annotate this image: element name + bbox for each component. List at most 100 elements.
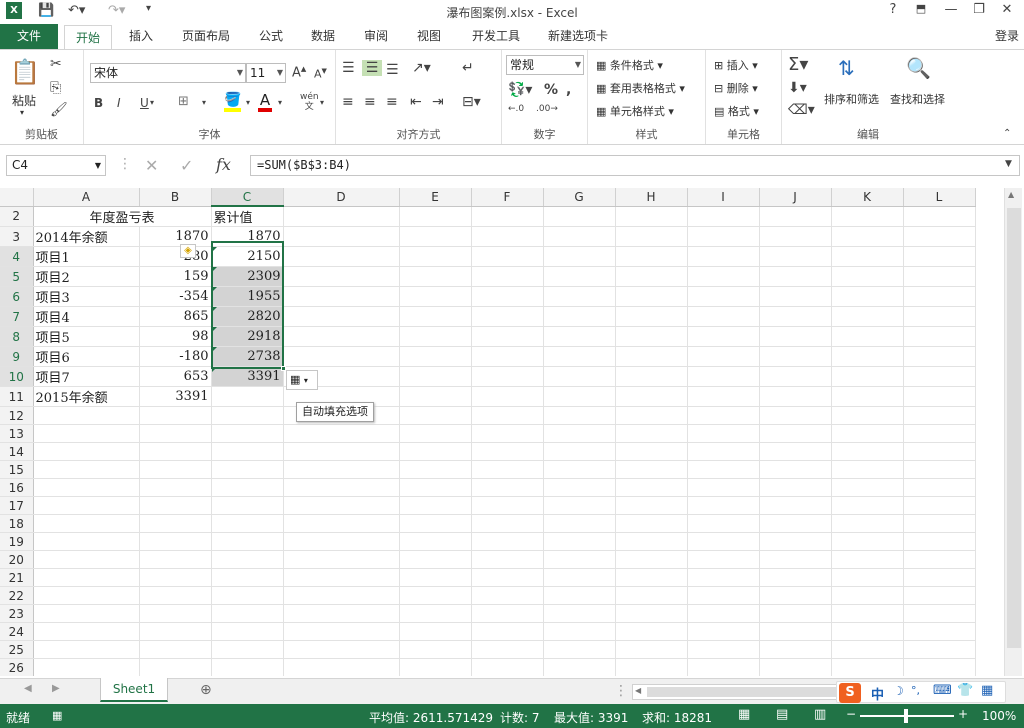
cell[interactable] <box>471 286 544 307</box>
number-format-combo[interactable]: 常规 ▼ <box>506 55 584 75</box>
decrease-indent-icon[interactable]: ⇤ <box>410 94 422 110</box>
enter-icon[interactable]: ✓ <box>180 156 193 175</box>
decrease-decimal-icon[interactable]: .00→ <box>536 104 558 114</box>
cell[interactable] <box>687 206 760 227</box>
cell[interactable] <box>759 460 832 479</box>
cell[interactable] <box>759 326 832 347</box>
cell[interactable] <box>399 496 472 515</box>
cell[interactable] <box>399 460 472 479</box>
column-header[interactable]: J <box>759 188 832 207</box>
cell[interactable] <box>471 478 544 497</box>
cell[interactable] <box>399 266 472 287</box>
increase-decimal-icon[interactable]: ←.0 <box>508 104 524 114</box>
cell[interactable] <box>283 424 400 443</box>
cell[interactable] <box>211 532 284 551</box>
cell[interactable]: 2918 <box>211 326 284 347</box>
cell[interactable] <box>543 226 616 247</box>
cell[interactable] <box>903 460 976 479</box>
ime-mode[interactable]: 中 <box>871 684 884 703</box>
bold-button[interactable]: B <box>94 96 103 110</box>
cell[interactable] <box>139 640 212 659</box>
cell[interactable] <box>211 460 284 479</box>
scrollbar-thumb[interactable] <box>647 687 837 697</box>
cell[interactable] <box>615 658 688 676</box>
cell[interactable] <box>543 442 616 461</box>
cell[interactable] <box>211 424 284 443</box>
cell[interactable] <box>543 514 616 533</box>
align-left-icon[interactable]: ≡ <box>342 94 354 110</box>
cell[interactable] <box>687 640 760 659</box>
cell[interactable] <box>615 604 688 623</box>
cell[interactable]: 项目5 <box>33 326 140 347</box>
signin-link[interactable]: 登录 <box>990 24 1024 50</box>
cell[interactable] <box>471 326 544 347</box>
sogou-logo[interactable]: S <box>839 683 861 703</box>
cell[interactable]: 653 <box>139 366 212 387</box>
align-top-icon[interactable]: ☰ <box>342 60 355 76</box>
cell[interactable]: 280 <box>139 246 212 267</box>
percent-style-icon[interactable]: % <box>544 82 558 98</box>
cell[interactable] <box>283 478 400 497</box>
font-color-dropdown-icon[interactable]: ▾ <box>278 98 282 107</box>
cell[interactable] <box>615 406 688 425</box>
column-header[interactable]: F <box>471 188 544 207</box>
cell[interactable]: 累计值 <box>211 206 284 227</box>
cell[interactable] <box>831 306 904 327</box>
cell[interactable] <box>687 226 760 247</box>
tab-home[interactable]: 开始 <box>64 25 112 51</box>
cell[interactable] <box>831 640 904 659</box>
zoom-level[interactable]: 100% <box>982 709 1016 723</box>
cell[interactable] <box>33 406 140 425</box>
cell[interactable] <box>687 496 760 515</box>
cell[interactable]: 项目6 <box>33 346 140 367</box>
cell[interactable] <box>831 346 904 367</box>
font-color-icon[interactable]: A <box>258 92 272 112</box>
cell[interactable] <box>615 586 688 605</box>
cell[interactable] <box>33 496 140 515</box>
select-all-corner[interactable] <box>0 188 34 207</box>
cell[interactable] <box>399 532 472 551</box>
cut-icon[interactable]: ✂ <box>50 56 62 72</box>
cell[interactable] <box>615 532 688 551</box>
cell[interactable] <box>139 406 212 425</box>
insert-cells-button[interactable]: ⊞ 插入 ▾ <box>714 57 758 73</box>
cell[interactable] <box>687 366 760 387</box>
fill-color-icon[interactable]: 🪣 <box>224 92 242 112</box>
cell[interactable]: 1870 <box>211 226 284 247</box>
cell[interactable] <box>399 586 472 605</box>
scroll-tabs-left-icon[interactable]: ◀ <box>24 683 32 694</box>
cell[interactable] <box>903 658 976 676</box>
cell[interactable] <box>399 622 472 641</box>
cell[interactable] <box>283 658 400 676</box>
cell[interactable] <box>211 442 284 461</box>
cell[interactable] <box>211 478 284 497</box>
cell[interactable] <box>759 346 832 367</box>
cell[interactable] <box>615 326 688 347</box>
wrap-text-icon[interactable]: ↵ <box>462 60 474 76</box>
punctuation-icon[interactable]: °, <box>911 684 920 697</box>
row-header[interactable]: 7 <box>0 306 34 327</box>
scroll-up-icon[interactable]: ▲ <box>1008 190 1014 199</box>
cell[interactable] <box>615 386 688 407</box>
cell[interactable] <box>759 286 832 307</box>
zoom-slider-thumb[interactable] <box>904 709 908 723</box>
cell[interactable] <box>139 496 212 515</box>
cell[interactable]: 865 <box>139 306 212 327</box>
cell[interactable]: -180 <box>139 346 212 367</box>
cell[interactable] <box>831 586 904 605</box>
conditional-format-button[interactable]: ▦ 条件格式 ▾ <box>596 57 663 73</box>
cell[interactable] <box>615 246 688 267</box>
cell[interactable] <box>759 442 832 461</box>
cell[interactable] <box>903 346 976 367</box>
row-header[interactable]: 12 <box>0 406 34 425</box>
cell[interactable] <box>471 550 544 569</box>
cell[interactable] <box>139 478 212 497</box>
cell[interactable] <box>211 496 284 515</box>
cell[interactable] <box>283 622 400 641</box>
cell[interactable] <box>33 514 140 533</box>
cell[interactable] <box>759 478 832 497</box>
cell[interactable] <box>33 550 140 569</box>
row-header[interactable]: 11 <box>0 386 34 407</box>
cell[interactable] <box>831 532 904 551</box>
cell[interactable] <box>831 496 904 515</box>
